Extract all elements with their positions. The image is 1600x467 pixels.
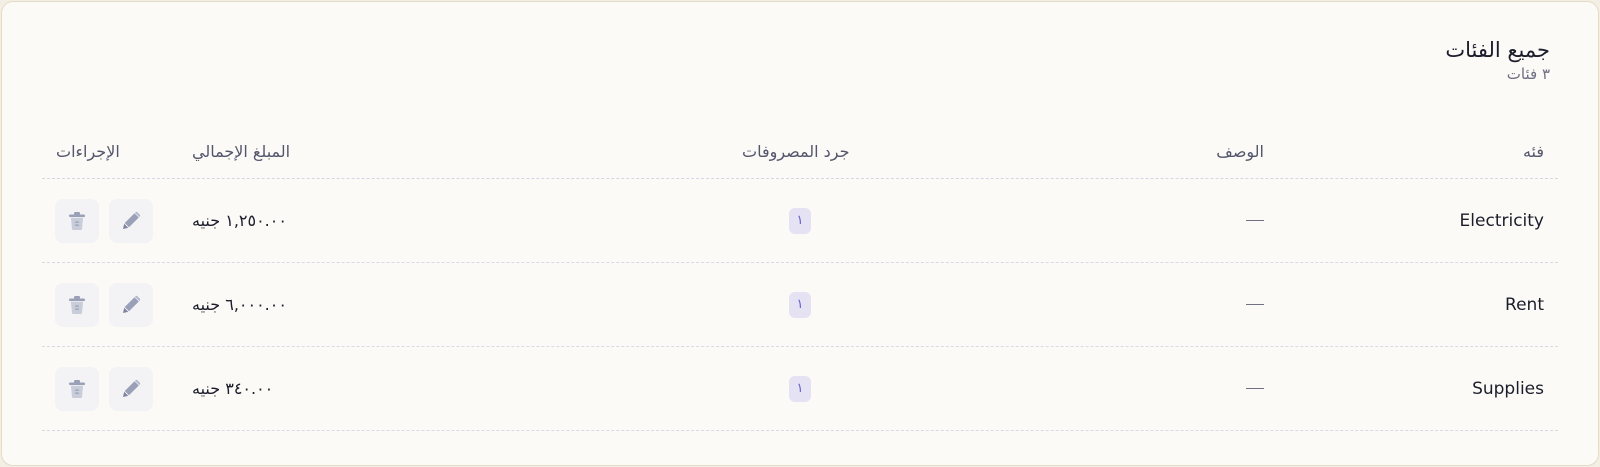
edit-button[interactable] xyxy=(109,198,153,243)
expense-count-badge: ١ xyxy=(789,291,811,318)
delete-button[interactable] xyxy=(55,198,99,243)
empty-description-dash xyxy=(1246,219,1264,222)
delete-button[interactable] xyxy=(55,366,99,411)
expense-count-badge: ١ xyxy=(789,375,811,402)
empty-description-dash xyxy=(1246,387,1264,390)
total-amount: ٣٤٠.٠٠ جنيه xyxy=(192,379,274,398)
expense-count-cell: ١ xyxy=(789,179,811,262)
empty-description-dash xyxy=(1246,303,1264,306)
expense-count-cell: ١ xyxy=(789,263,811,346)
expense-count-cell: ١ xyxy=(789,347,811,430)
table-row: Supplies ١ ٣٤٠.٠٠ جنيه xyxy=(42,347,1558,431)
table-header-row: فئه الوصف جرد المصروفات المبلغ الإجمالي … xyxy=(42,124,1558,179)
row-actions xyxy=(55,179,153,262)
expense-count-badge: ١ xyxy=(789,207,811,234)
pencil-icon xyxy=(123,211,141,229)
column-header-expense-count[interactable]: جرد المصروفات xyxy=(742,124,850,178)
table-row: Electricity ١ ١,٢٥٠.٠٠ جنيه xyxy=(42,179,1558,263)
column-header-total-amount[interactable]: المبلغ الإجمالي xyxy=(192,124,290,178)
pencil-icon xyxy=(123,379,141,397)
pencil-icon xyxy=(123,295,141,313)
trash-icon xyxy=(69,211,85,230)
column-header-category[interactable]: فئه xyxy=(1523,124,1544,178)
category-name: Supplies xyxy=(1472,378,1544,399)
total-amount: ٦,٠٠٠.٠٠ جنيه xyxy=(192,295,287,314)
category-name: Rent xyxy=(1505,294,1544,315)
column-header-description[interactable]: الوصف xyxy=(1216,124,1264,178)
trash-icon xyxy=(69,295,85,314)
category-name: Electricity xyxy=(1459,210,1544,231)
column-header-actions: الإجراءات xyxy=(56,141,120,161)
categories-card: جميع الفئات ٣ فئات فئه الوصف جرد المصروف… xyxy=(1,1,1599,466)
categories-table: فئه الوصف جرد المصروفات المبلغ الإجمالي … xyxy=(42,124,1558,431)
card-header: جميع الفئات ٣ فئات xyxy=(1445,36,1550,84)
edit-button[interactable] xyxy=(109,282,153,327)
table-row: Rent ١ ٦,٠٠٠.٠٠ جنيه xyxy=(42,263,1558,347)
category-description xyxy=(1246,347,1264,430)
page-title: جميع الفئات xyxy=(1445,38,1550,62)
total-amount: ١,٢٥٠.٠٠ جنيه xyxy=(192,211,287,230)
category-count: ٣ فئات xyxy=(1506,65,1550,83)
category-description xyxy=(1246,179,1264,262)
row-actions xyxy=(55,263,153,346)
category-description xyxy=(1246,263,1264,346)
row-actions xyxy=(55,347,153,430)
delete-button[interactable] xyxy=(55,282,99,327)
edit-button[interactable] xyxy=(109,366,153,411)
trash-icon xyxy=(69,379,85,398)
